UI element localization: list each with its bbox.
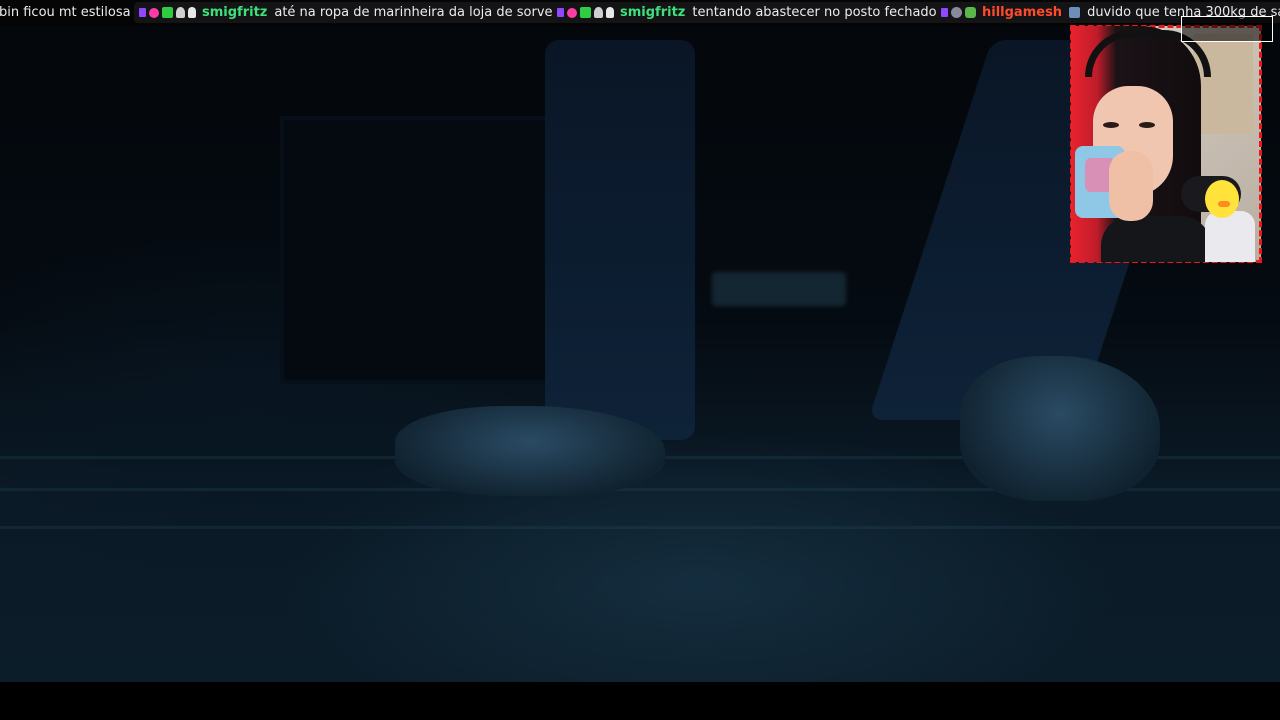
webcam-eye: [1103, 122, 1119, 128]
chat-username[interactable]: hillgamesh: [982, 2, 1062, 23]
green-badge-icon: [580, 7, 591, 18]
sub-badge-icon: [941, 8, 948, 17]
chat-message: smigfritz tentando abastecer no posto fe…: [552, 2, 949, 23]
chat-message-text: tentando abastecer no posto fechado?: [692, 5, 944, 20]
chat-message-text: até na ropa de marinheira da loja de sor…: [274, 5, 566, 20]
mic-stand: [1205, 211, 1255, 262]
chat-message-text: bin ficou mt estilosa: [0, 5, 131, 20]
duck-beak: [1218, 201, 1230, 207]
webcam-eye: [1139, 122, 1155, 128]
webcam-body: [1101, 216, 1211, 262]
video-letterbox: [0, 682, 1280, 720]
bunny-badge-icon: [188, 7, 196, 18]
webcam-overlay-frame: [1181, 16, 1273, 42]
person-foot: [395, 406, 665, 496]
background-light: [712, 272, 846, 306]
chat-username[interactable]: smigfritz: [620, 2, 685, 23]
green-badge-icon: [162, 7, 173, 18]
person-leg: [545, 40, 695, 440]
round-badge-icon: [951, 7, 962, 18]
bunny-badge-icon: [606, 7, 614, 18]
chat-message: bin ficou mt estilosa: [0, 2, 136, 23]
user-badge-icon: [176, 7, 185, 18]
streamer-webcam: [1070, 25, 1262, 263]
sub-badge-icon: [557, 8, 564, 17]
background-doorway: [280, 116, 558, 384]
webcam-hand: [1109, 151, 1153, 221]
pink-badge-icon: [567, 7, 577, 18]
chat-ticker: bin ficou mt estilosa smigfritz até na r…: [0, 0, 1280, 26]
person-foot: [960, 356, 1160, 501]
sub-badge-icon: [139, 8, 146, 17]
pink-badge-icon: [149, 7, 159, 18]
frog-badge-icon: [965, 7, 976, 18]
user-badge-icon: [594, 7, 603, 18]
duck-figure-icon: [1205, 180, 1239, 218]
chat-username[interactable]: smigfritz: [202, 2, 267, 23]
chat-message: smigfritz até na ropa de marinheira da l…: [134, 2, 571, 23]
hat-badge-icon: [1069, 7, 1081, 18]
floor-board: [0, 526, 1280, 529]
